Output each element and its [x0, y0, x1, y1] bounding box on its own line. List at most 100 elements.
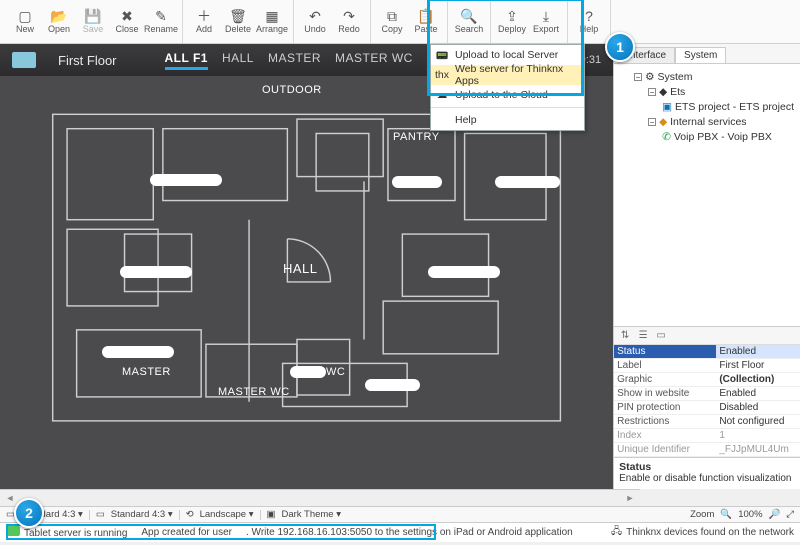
label-pantry: PANTRY	[393, 131, 440, 143]
ratio2-select[interactable]: Standard 4:3 ▾	[111, 509, 173, 520]
label-wc: WC	[326, 366, 345, 378]
search-icon: 🔍	[460, 9, 477, 23]
status-app: App created for user	[141, 527, 232, 538]
canvas-tab[interactable]: MASTER	[268, 51, 321, 70]
device-slot[interactable]	[428, 266, 500, 278]
device-slot[interactable]	[120, 266, 192, 278]
zoom-fit-icon[interactable]: ⤢	[786, 509, 794, 520]
prop-row[interactable]: Show in websiteEnabled	[614, 387, 800, 401]
prop-value[interactable]: _FJJpMUL4Um	[716, 443, 800, 457]
canvas-tab[interactable]: ALL F1	[165, 51, 208, 70]
prop-row[interactable]: RestrictionsNot configured	[614, 415, 800, 429]
close-icon: ✖	[121, 9, 133, 23]
tb-label: Delete	[225, 24, 251, 34]
right-tab-system[interactable]: System	[675, 47, 726, 63]
prop-cat-icon[interactable]: ☰	[636, 330, 650, 341]
prop-sort-icon[interactable]: ⇅	[618, 330, 632, 341]
open-button[interactable]: 📂Open	[42, 0, 76, 43]
prop-view-icon[interactable]: ▭	[654, 330, 668, 341]
search-button[interactable]: 🔍Search	[452, 0, 486, 43]
canvas-tab[interactable]: HALL	[222, 51, 254, 70]
theme-icon[interactable]: ▣	[267, 509, 276, 520]
arrange-button[interactable]: ▦Arrange	[255, 0, 289, 43]
deploy-menu-item[interactable]: ☁Upload to the Cloud	[431, 85, 584, 105]
tb-label: Deploy	[498, 24, 526, 34]
zoom-out-icon[interactable]: 🔍	[720, 509, 732, 520]
device-slot[interactable]	[392, 176, 442, 188]
device-slot[interactable]	[495, 176, 560, 188]
paste-button[interactable]: 📋Paste	[409, 0, 443, 43]
system-tree[interactable]: −⚙ System −◆Ets ▣ ETS project - ETS proj…	[614, 64, 800, 326]
add-button[interactable]: ＋Add	[187, 0, 221, 43]
view-options-bar: ▭Standard 4:3 ▾ ▭Standard 4:3 ▾ ⟲Landsca…	[0, 506, 800, 522]
prop-value[interactable]: Enabled	[716, 387, 800, 401]
prop-row[interactable]: StatusEnabled	[614, 345, 800, 359]
prop-row[interactable]: Index1	[614, 429, 800, 443]
device-slot[interactable]	[102, 346, 174, 358]
canvas-tab[interactable]: MASTER WC	[335, 51, 413, 70]
page-title: First Floor	[58, 53, 117, 68]
prop-value[interactable]: 1	[716, 429, 800, 443]
close-button[interactable]: ✖Close	[110, 0, 144, 43]
copy-icon: ⧉	[387, 9, 397, 23]
redo-button[interactable]: ↷Redo	[332, 0, 366, 43]
prop-value[interactable]: Not configured	[716, 415, 800, 429]
tree-node-ets[interactable]: Ets	[670, 86, 685, 98]
prop-row[interactable]: Unique Identifier_FJJpMUL4Um	[614, 443, 800, 457]
rename-button[interactable]: ✎Rename	[144, 0, 178, 43]
deploy-menu-item[interactable]: thxWeb server for Thinknx Apps	[431, 65, 584, 85]
scroll-left-icon[interactable]: ◄	[4, 493, 16, 503]
prop-key: Status	[614, 345, 716, 359]
tb-label: Copy	[381, 24, 402, 34]
prop-value[interactable]: Disabled	[716, 401, 800, 415]
arrange-icon: ▦	[265, 9, 278, 23]
menu-item-icon: 📟	[435, 49, 449, 62]
tree-node-system[interactable]: System	[657, 71, 692, 83]
zoom-in-icon[interactable]: 🔎	[769, 509, 781, 520]
orient-select[interactable]: Landscape ▾	[200, 509, 254, 520]
tb-label: Help	[580, 24, 599, 34]
h-scrollbar[interactable]: ◄ ►	[0, 489, 640, 506]
device-slot[interactable]	[290, 366, 326, 378]
delete-icon: 🗑	[229, 9, 247, 23]
prop-row[interactable]: PIN protectionDisabled	[614, 401, 800, 415]
orient-icon[interactable]: ⟲	[186, 509, 194, 520]
deploy-icon: ⇪	[506, 9, 518, 23]
prop-value[interactable]: Enabled	[716, 345, 800, 359]
copy-button[interactable]: ⧉Copy	[375, 0, 409, 43]
delete-button[interactable]: 🗑Delete	[221, 0, 255, 43]
deploy-menu-item[interactable]: Help	[431, 110, 584, 130]
scroll-right-icon[interactable]: ►	[624, 493, 636, 503]
label-master: MASTER	[122, 366, 171, 378]
device-slot[interactable]	[365, 379, 420, 391]
ratio2-icon[interactable]: ▭	[96, 509, 105, 520]
device-slot[interactable]	[150, 174, 222, 186]
menu-item-label: Upload to local Server	[455, 49, 558, 61]
zoom-value: 100%	[738, 509, 762, 520]
prop-key: Unique Identifier	[614, 443, 716, 457]
new-button[interactable]: ▢New	[8, 0, 42, 43]
deploy-button[interactable]: ⇪Deploy	[495, 0, 529, 43]
callout-badge-2: 2	[14, 498, 44, 528]
menu-item-icon: ☁	[435, 89, 449, 101]
tree-node-internal[interactable]: Internal services	[670, 116, 746, 128]
menu-item-icon: thx	[435, 69, 449, 81]
tree-node-voip[interactable]: Voip PBX - Voip PBX	[674, 131, 772, 143]
tb-label: Rename	[144, 24, 178, 34]
prop-key: Restrictions	[614, 415, 716, 429]
theme-select[interactable]: Dark Theme ▾	[281, 509, 341, 520]
deploy-menu-item[interactable]: 📟 Upload to local Server	[431, 45, 584, 65]
prop-value[interactable]: First Floor	[716, 359, 800, 373]
prop-value[interactable]: (Collection)	[716, 373, 800, 387]
help-button[interactable]: ?Help	[572, 0, 606, 43]
export-button[interactable]: ⤓Export	[529, 0, 563, 43]
floorplan[interactable]: OUTDOOR PANTRY HALL MASTER MASTER WC WC	[0, 76, 613, 489]
prop-row[interactable]: LabelFirst Floor	[614, 359, 800, 373]
save-button: 💾Save	[76, 0, 110, 43]
undo-button[interactable]: ↶Undo	[298, 0, 332, 43]
tree-node-ets-project[interactable]: ETS project - ETS project	[675, 101, 794, 113]
tb-label: Open	[48, 24, 70, 34]
prop-row[interactable]: Graphic(Collection)	[614, 373, 800, 387]
redo-icon: ↷	[343, 9, 355, 23]
property-grid: ⇅ ☰ ▭ StatusEnabledLabelFirst FloorGraph…	[614, 326, 800, 490]
